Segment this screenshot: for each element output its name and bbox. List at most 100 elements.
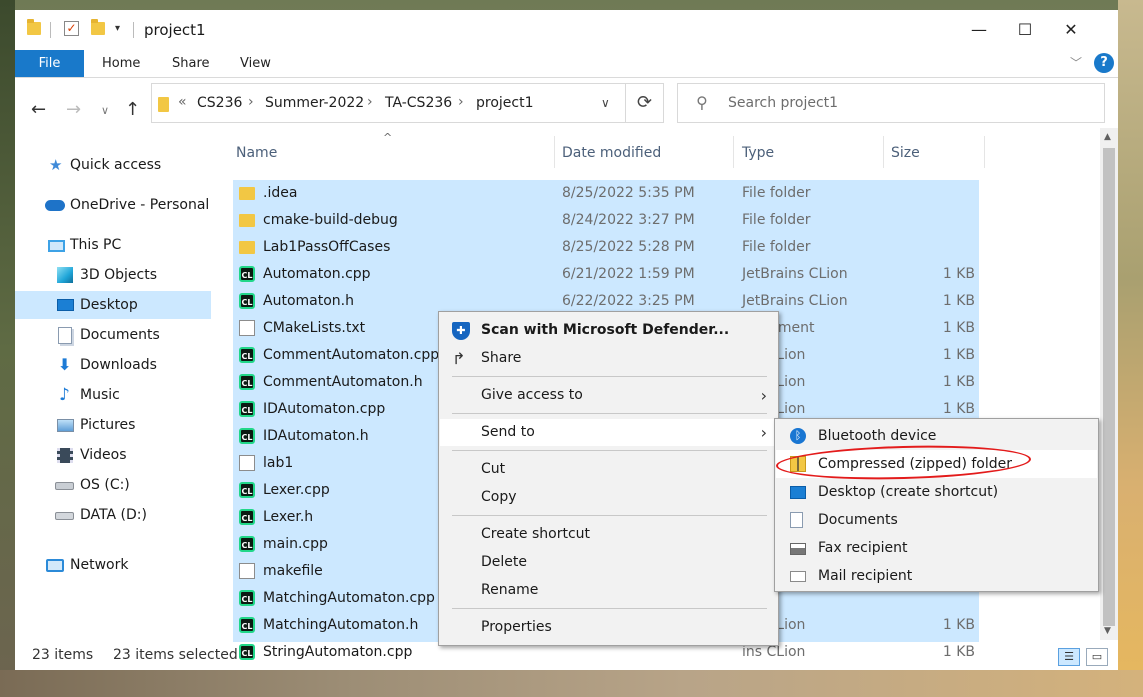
- search-input[interactable]: Search project1: [728, 95, 838, 111]
- breadcrumb-overflow[interactable]: «: [178, 94, 187, 110]
- file-name: CommentAutomaton.h: [263, 374, 423, 390]
- menu-item-documents[interactable]: Documents: [776, 506, 1097, 534]
- menu-item-label: Documents: [818, 512, 898, 528]
- breadcrumb-ta-cs236[interactable]: TA-CS236: [385, 95, 452, 111]
- refresh-button[interactable]: ⟳: [626, 83, 664, 123]
- menu-item-label: Cut: [481, 461, 506, 477]
- scrollbar-thumb[interactable]: [1103, 148, 1115, 626]
- column-header-date-modified[interactable]: Date modified: [562, 145, 661, 161]
- cube-icon: [57, 267, 73, 283]
- sidebar-item-desktop[interactable]: Desktop: [15, 291, 211, 319]
- window-title: project1: [144, 21, 206, 39]
- menu-item-fax-recipient[interactable]: Fax recipient: [776, 534, 1097, 562]
- sidebar-item-onedrive[interactable]: OneDrive - Personal: [15, 191, 211, 219]
- tab-file[interactable]: File: [15, 50, 84, 77]
- tab-home[interactable]: Home: [102, 50, 140, 77]
- menu-item-share[interactable]: ↱ Share: [440, 345, 777, 372]
- large-icons-view-icon[interactable]: ▭: [1086, 648, 1108, 666]
- close-button[interactable]: ✕: [1048, 10, 1094, 50]
- file-name: cmake-build-debug: [263, 212, 398, 228]
- menu-item-copy[interactable]: Copy: [440, 484, 777, 511]
- clion-file-icon: CL: [239, 347, 255, 363]
- menu-item-delete[interactable]: Delete: [440, 549, 777, 576]
- breadcrumb-separator[interactable]: ›: [458, 94, 464, 110]
- breadcrumb-project1[interactable]: project1: [476, 95, 534, 111]
- breadcrumb-separator[interactable]: ›: [248, 94, 254, 110]
- tab-share[interactable]: Share: [172, 50, 210, 77]
- details-view-icon[interactable]: ☰: [1058, 648, 1080, 666]
- column-header-type[interactable]: Type: [742, 145, 774, 161]
- sidebar-item-documents[interactable]: Documents: [15, 321, 211, 349]
- vertical-scrollbar[interactable]: ▲ ▼: [1100, 128, 1118, 640]
- scroll-up-arrow-icon[interactable]: ▲: [1104, 132, 1111, 142]
- sidebar-item-data-d[interactable]: DATA (D:): [15, 501, 211, 529]
- sidebar-item-downloads[interactable]: ⬇ Downloads: [15, 351, 211, 379]
- expand-ribbon-chevron-icon[interactable]: ﹀: [1070, 54, 1082, 71]
- breadcrumb-cs236[interactable]: CS236: [197, 95, 242, 111]
- sidebar-item-3d-objects[interactable]: 3D Objects: [15, 261, 211, 289]
- column-divider[interactable]: [733, 136, 734, 168]
- menu-item-rename[interactable]: Rename: [440, 577, 777, 604]
- sidebar-item-quick-access[interactable]: ★ Quick access: [15, 151, 211, 179]
- address-bar[interactable]: « CS236 › Summer-2022 › TA-CS236 › proje…: [151, 83, 626, 123]
- sidebar-item-pictures[interactable]: Pictures: [15, 411, 211, 439]
- column-header-size[interactable]: Size: [891, 145, 920, 161]
- tab-view[interactable]: View: [240, 50, 271, 77]
- column-divider[interactable]: [554, 136, 555, 168]
- sidebar-item-music[interactable]: ♪ Music: [15, 381, 211, 409]
- maximize-button[interactable]: ☐: [1002, 10, 1048, 50]
- menu-item-label: Share: [481, 350, 522, 366]
- table-row[interactable]: CL Automaton.cpp 6/21/2022 1:59 PM JetBrain…: [233, 261, 979, 288]
- up-arrow-icon[interactable]: ↑: [125, 101, 140, 119]
- column-divider[interactable]: [883, 136, 884, 168]
- menu-item-properties[interactable]: Properties: [440, 614, 777, 641]
- desktop-wallpaper-bottom: [0, 670, 1143, 697]
- properties-check-icon[interactable]: ✓: [64, 21, 79, 36]
- menu-item-mail-recipient[interactable]: Mail recipient: [776, 562, 1097, 590]
- recent-locations-chevron-icon[interactable]: ∨: [101, 105, 109, 116]
- file-name: MatchingAutomaton.h: [263, 617, 419, 633]
- clion-file-icon: CL: [239, 401, 255, 417]
- menu-item-label: Rename: [481, 582, 539, 598]
- sidebar-item-network[interactable]: Network: [15, 551, 211, 579]
- file-icon: [239, 320, 255, 336]
- defender-shield-icon: ✚: [452, 322, 470, 340]
- breadcrumb-separator[interactable]: ›: [367, 94, 373, 110]
- menu-item-create-shortcut[interactable]: Create shortcut: [440, 521, 777, 548]
- back-arrow-icon[interactable]: ←: [31, 101, 46, 119]
- table-row[interactable]: Lab1PassOffCases 8/25/2022 5:28 PM File fo…: [233, 234, 979, 261]
- file-name: Automaton.h: [263, 293, 354, 309]
- menu-item-desktop-create-shortcut[interactable]: Desktop (create shortcut): [776, 478, 1097, 506]
- help-button[interactable]: ?: [1094, 53, 1114, 73]
- table-row[interactable]: .idea 8/25/2022 5:35 PM File folder: [233, 180, 979, 207]
- column-header-name[interactable]: Name: [236, 145, 277, 161]
- address-dropdown-icon[interactable]: ∨: [601, 96, 610, 110]
- breadcrumb-summer-2022[interactable]: Summer-2022: [265, 95, 364, 111]
- forward-arrow-icon[interactable]: →: [66, 101, 81, 119]
- desktop-wallpaper-right: [1118, 0, 1143, 697]
- scroll-down-arrow-icon[interactable]: ▼: [1104, 626, 1111, 636]
- search-box[interactable]: ⚲ Search project1: [677, 83, 1105, 123]
- documents-icon: [790, 512, 803, 528]
- menu-item-scan-defender[interactable]: ✚ Scan with Microsoft Defender...: [440, 317, 777, 344]
- sidebar-item-os-c[interactable]: OS (C:): [15, 471, 211, 499]
- ribbon-tabs: File Home Share View: [15, 50, 1118, 78]
- menu-item-send-to[interactable]: Send to ›: [440, 419, 777, 446]
- picture-icon: [57, 419, 74, 432]
- sidebar-item-videos[interactable]: Videos: [15, 441, 211, 469]
- folder-icon: [239, 187, 255, 200]
- sidebar-item-this-pc[interactable]: This PC: [15, 231, 211, 259]
- column-divider[interactable]: [984, 136, 985, 168]
- new-folder-icon[interactable]: [91, 19, 105, 35]
- menu-item-label: Fax recipient: [818, 540, 908, 556]
- divider: [133, 22, 134, 38]
- minimize-button[interactable]: —: [956, 10, 1002, 50]
- item-count: 23 items: [32, 647, 94, 663]
- customize-quick-access-dropdown-icon[interactable]: ▾: [115, 23, 120, 34]
- menu-item-give-access-to[interactable]: Give access to ›: [440, 382, 777, 409]
- sidebar-item-label: OS (C:): [80, 477, 130, 493]
- table-row[interactable]: cmake-build-debug 8/24/2022 3:27 PM File f…: [233, 207, 979, 234]
- send-to-submenu: ᛒ Bluetooth device Compressed (zipped) f…: [774, 418, 1099, 592]
- download-icon: ⬇: [58, 355, 72, 374]
- menu-item-cut[interactable]: Cut: [440, 456, 777, 483]
